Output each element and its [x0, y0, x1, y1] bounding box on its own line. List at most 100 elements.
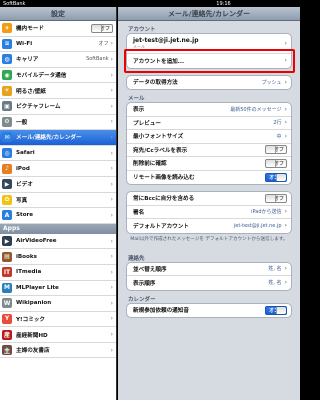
account-email: jet-test@ji.jet.ne.jp [133, 37, 199, 44]
sidebar-item-label: iPod [16, 165, 30, 172]
apps-list: ▶ AirVideoFree › ▤ iBooks › IT ITmedia › M MLPlaye… [0, 234, 116, 359]
settings-app-icon: A [2, 210, 12, 221]
settings-row[interactable]: 並べ替え順序 姓, 名 › [127, 263, 291, 276]
calendar-group: 新規参加依頼の通知音 オン [126, 302, 292, 318]
sidebar-item-0[interactable]: ▶ AirVideoFree › [0, 234, 116, 250]
sidebar-item-1[interactable]: ▤ iBooks › [0, 249, 116, 265]
settings-row[interactable]: 宛先/Ccラベルを表示 オフ [127, 144, 291, 157]
sidebar-item-0[interactable]: ✈ 機内モード オフ [0, 21, 116, 37]
settings-row[interactable]: 表示順序 姓, 名 › [127, 276, 291, 290]
highlight-box [124, 49, 295, 73]
settings-app-icon: W [2, 298, 12, 309]
sidebar-item-2[interactable]: IT ITmedia › [0, 265, 116, 281]
chevron-right-icon: › [110, 55, 113, 63]
settings-row[interactable]: リモート画像を読み込む オン [127, 171, 291, 185]
sidebar-item-label: ビデオ [16, 182, 33, 189]
row-label: 表示 [133, 107, 145, 114]
chevron-right-icon: › [110, 346, 113, 354]
sidebar-item-6[interactable]: ⚙ 一般 › [0, 115, 116, 131]
sidebar-item-label: AirVideoFree [16, 238, 57, 245]
sidebar-item-4[interactable]: W Wikipanion › [0, 296, 116, 312]
settings-app-icon: ⚙ [2, 116, 12, 127]
sidebar-item-4[interactable]: ☀ 明るさ/壁紙 › [0, 83, 116, 99]
airplane-toggle[interactable]: オフ [91, 23, 113, 33]
chevron-right-icon: › [110, 40, 113, 48]
settings-row[interactable]: 表示 最新50件のメッセージ › [127, 103, 291, 117]
status-bar: SoftBank 19:16 ▮▮▮ [0, 0, 300, 400]
sidebar-item-7[interactable]: 主主婦の友書店 › [0, 343, 116, 359]
settings-row[interactable]: デフォルトアカウント jet-test@ji.jet.ne.jp › [127, 219, 291, 233]
sidebar-item-7[interactable]: ✉ メール/連絡先/カレンダー › [0, 130, 116, 146]
sidebar-item-3[interactable]: M MLPlayer Lite › [0, 281, 116, 297]
sidebar-item-label: 明るさ/壁紙 [16, 88, 47, 95]
settings-app-icon: ✉ [2, 132, 12, 143]
settings-app-icon: ♪ [2, 163, 12, 174]
section-contacts: 連絡先 [128, 255, 145, 262]
sidebar-item-3[interactable]: ◉ モバイルデータ通信 › [0, 68, 116, 84]
toggle-switch[interactable]: オン [265, 305, 287, 315]
settings-list: ✈ 機内モード オフ ≋ Wi-Fi オフ › ◍ キャリア SoftBank › ◉ モバイルデータ通… [0, 21, 116, 224]
sidebar-item-label: ITmedia [16, 269, 42, 276]
row-label: 新規参加依頼の通知音 [133, 308, 189, 315]
settings-app-icon: ◍ [2, 54, 12, 65]
sidebar-item-label: 一般 [16, 119, 28, 126]
sidebar-item-label: キャリア [16, 57, 39, 64]
row-label: 宛先/Ccラベルを表示 [133, 147, 188, 154]
sidebar-item-5[interactable]: Y Y!コミック › [0, 312, 116, 328]
chevron-right-icon: › [284, 279, 287, 287]
sidebar-item-value: SoftBank [86, 56, 109, 63]
settings-row[interactable]: 最小フォントサイズ 中 › [127, 130, 291, 144]
chevron-right-icon: › [284, 105, 287, 113]
row-value: iPadから送信 [251, 209, 282, 216]
sidebar-item-label: Wi-Fi [16, 40, 33, 47]
settings-app-icon: ▶ [2, 236, 12, 247]
settings-row[interactable]: 新規参加依頼の通知音 オン [127, 304, 291, 318]
sidebar-item-1[interactable]: ≋ Wi-Fi オフ › [0, 37, 116, 53]
toggle-switch[interactable]: オフ [265, 193, 287, 203]
chevron-right-icon: › [110, 196, 113, 204]
sidebar-item-6[interactable]: 産産経新聞HD › [0, 327, 116, 343]
chevron-right-icon: › [284, 208, 287, 216]
chevron-right-icon: › [110, 180, 113, 188]
fetch-row[interactable]: データの取得方法 プッシュ › [127, 76, 291, 90]
toggle-switch[interactable]: オン [265, 172, 287, 182]
sidebar-item-label: MLPlayer Lite [16, 284, 59, 291]
toggle-switch[interactable]: オフ [265, 145, 287, 155]
sidebar-item-10[interactable]: ▶ ビデオ › [0, 177, 116, 193]
mail-group: 表示 最新50件のメッセージ › プレビュー 2行 › 最小フォントサイズ中 › 宛先/Ccラベ… [126, 102, 292, 185]
settings-app-icon: ≋ [2, 38, 12, 49]
row-value: jet-test@ji.jet.ne.jp [233, 222, 282, 229]
section-account: アカウント [128, 27, 156, 33]
settings-row[interactable]: プレビュー 2行 › [127, 117, 291, 130]
chevron-right-icon: › [284, 78, 287, 86]
sidebar-item-12[interactable]: A Store › [0, 208, 116, 224]
sidebar-item-label: 写真 [16, 197, 28, 204]
chevron-right-icon: › [110, 71, 113, 79]
toggle-switch[interactable]: オフ [265, 158, 287, 168]
sidebar-item-8[interactable]: ◎ Safari › [0, 146, 116, 162]
settings-app-icon: ◉ [2, 70, 12, 81]
settings-app-icon: ✈ [2, 23, 12, 34]
settings-app-icon: ▣ [2, 101, 12, 112]
settings-row[interactable]: 常にBccに自分を含める オフ [127, 192, 291, 206]
settings-app-icon: ✿ [2, 194, 12, 205]
sidebar-item-11[interactable]: ✿ 写真 › [0, 193, 116, 209]
sidebar-item-5[interactable]: ▣ ピクチャフレーム › [0, 99, 116, 115]
sidebar-item-label: ピクチャフレーム [16, 104, 61, 111]
settings-app-icon: 産 [2, 329, 12, 340]
sidebar-item-9[interactable]: ♪ iPod › [0, 161, 116, 177]
settings-row[interactable]: 署名 iPadから送信 › [127, 206, 291, 219]
settings-app-icon: ◎ [2, 148, 12, 159]
clock: 19:16 [216, 0, 231, 7]
settings-row[interactable]: 削除前に確認 オフ [127, 157, 291, 171]
apps-section-header: Apps [0, 223, 116, 234]
settings-app-icon: ▤ [2, 251, 12, 262]
contacts-group: 並べ替え順序 姓, 名 › 表示順序 姓, 名 › [126, 261, 292, 291]
sidebar-item-label: 機内モード [16, 26, 44, 33]
row-label: 常にBccに自分を含める [133, 196, 195, 203]
sidebar-item-label: メール/連絡先/カレンダー [16, 135, 82, 142]
sidebar-title: 設定 [0, 7, 116, 21]
row-value: 2行 [273, 120, 282, 127]
settings-app-icon: ▶ [2, 179, 12, 190]
sidebar-item-2[interactable]: ◍ キャリア SoftBank › [0, 52, 116, 68]
